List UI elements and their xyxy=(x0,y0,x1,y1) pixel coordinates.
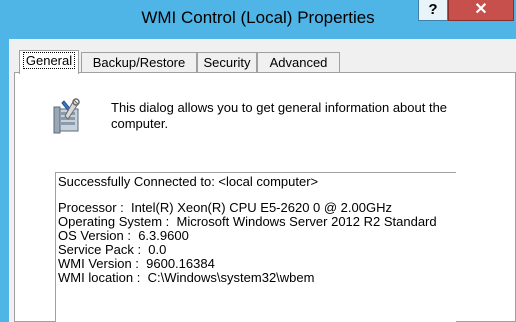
title-bar[interactable]: WMI Control (Local) Properties ? ✕ xyxy=(0,0,516,39)
connection-status-text: Successfully Connected to: <local comput… xyxy=(58,174,319,189)
tab-backup-restore[interactable]: Backup/Restore xyxy=(81,52,197,72)
dialog-client-area: General Backup/Restore Security Advanced xyxy=(9,39,516,322)
help-button[interactable]: ? xyxy=(418,0,448,21)
general-description: This dialog allows you to get general in… xyxy=(111,100,448,131)
tab-advanced[interactable]: Advanced xyxy=(257,52,340,72)
wmi-location-text: WMI location : C:\Windows\system32\wbem xyxy=(58,270,315,285)
properties-window: WMI Control (Local) Properties ? ✕ Gener… xyxy=(0,0,516,322)
wmi-version-text: WMI Version : 9600.16384 xyxy=(58,256,215,271)
tab-general-label: General xyxy=(22,52,76,69)
tab-advanced-label: Advanced xyxy=(269,55,328,70)
tab-security-label: Security xyxy=(203,55,251,70)
service-pack-text: Service Pack : 0.0 xyxy=(58,242,167,257)
tab-security[interactable]: Security xyxy=(197,52,257,72)
close-button[interactable]: ✕ xyxy=(448,0,514,21)
close-icon: ✕ xyxy=(474,1,488,18)
computer-tools-icon xyxy=(53,98,80,134)
operating-system-text: Operating System : Microsoft Windows Ser… xyxy=(58,214,437,229)
general-tab-panel: This dialog allows you to get general in… xyxy=(14,72,516,322)
os-version-text: OS Version : 6.3.9600 xyxy=(58,228,189,243)
connection-info-box: Successfully Connected to: <local comput… xyxy=(55,172,456,322)
tab-backup-restore-label: Backup/Restore xyxy=(92,55,186,70)
processor-text: Processor : Intel(R) Xeon(R) CPU E5-2620… xyxy=(58,200,392,215)
question-mark-icon: ? xyxy=(428,1,438,18)
tab-general[interactable]: General xyxy=(19,50,79,74)
